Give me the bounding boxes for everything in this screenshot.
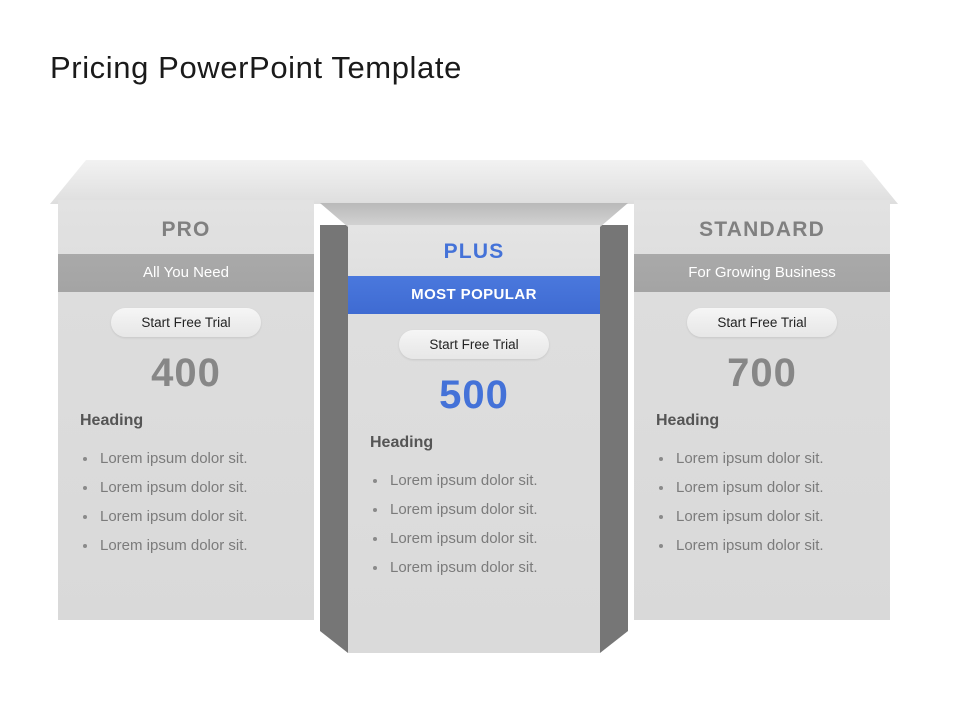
card-face-pro: PRO All You Need Start Free Trial 400 He… xyxy=(58,200,314,620)
feature-list-plus: Lorem ipsum dolor sit. Lorem ipsum dolor… xyxy=(348,466,600,582)
tier-name-pro: PRO xyxy=(161,218,211,241)
list-item: Lorem ipsum dolor sit. xyxy=(656,444,890,473)
list-item: Lorem ipsum dolor sit. xyxy=(370,466,600,495)
list-item: Lorem ipsum dolor sit. xyxy=(80,473,314,502)
start-free-trial-button-standard[interactable]: Start Free Trial xyxy=(687,308,837,337)
list-item: Lorem ipsum dolor sit. xyxy=(656,502,890,531)
cta-wrap-standard: Start Free Trial xyxy=(634,308,890,337)
cta-wrap-plus: Start Free Trial xyxy=(348,330,600,359)
card-face-standard: STANDARD For Growing Business Start Free… xyxy=(634,200,890,620)
perspective-top-slab xyxy=(50,160,898,204)
tier-name-plus: PLUS xyxy=(443,240,505,263)
list-item: Lorem ipsum dolor sit. xyxy=(80,531,314,560)
list-item: Lorem ipsum dolor sit. xyxy=(80,444,314,473)
list-item: Lorem ipsum dolor sit. xyxy=(656,473,890,502)
most-popular-badge: MOST POPULAR xyxy=(348,276,600,314)
pricing-3d-stage: PRO All You Need Start Free Trial 400 He… xyxy=(0,0,960,720)
features-heading-pro: Heading xyxy=(80,412,144,429)
pricing-card-plus[interactable]: PLUS MOST POPULAR Start Free Trial 500 H… xyxy=(348,225,600,653)
cta-wrap-pro: Start Free Trial xyxy=(58,308,314,337)
pricing-card-standard[interactable]: STANDARD For Growing Business Start Free… xyxy=(634,200,890,620)
start-free-trial-button-plus[interactable]: Start Free Trial xyxy=(399,330,549,359)
list-item: Lorem ipsum dolor sit. xyxy=(370,495,600,524)
tier-tagline-pro: All You Need xyxy=(58,254,314,292)
tier-tagline-standard: For Growing Business xyxy=(634,254,890,292)
card-3d-right-face-plus xyxy=(600,203,628,653)
price-plus: 500 xyxy=(439,373,509,417)
list-item: Lorem ipsum dolor sit. xyxy=(370,524,600,553)
list-item: Lorem ipsum dolor sit. xyxy=(370,553,600,582)
list-item: Lorem ipsum dolor sit. xyxy=(656,531,890,560)
pricing-card-pro[interactable]: PRO All You Need Start Free Trial 400 He… xyxy=(58,200,314,620)
start-free-trial-button-pro[interactable]: Start Free Trial xyxy=(111,308,261,337)
price-pro: 400 xyxy=(151,351,221,395)
features-heading-plus: Heading xyxy=(370,434,434,451)
feature-list-standard: Lorem ipsum dolor sit. Lorem ipsum dolor… xyxy=(634,444,890,560)
list-item: Lorem ipsum dolor sit. xyxy=(80,502,314,531)
card-3d-left-face-plus xyxy=(320,203,348,653)
price-standard: 700 xyxy=(727,351,797,395)
features-heading-standard: Heading xyxy=(656,412,720,429)
card-3d-top-face-plus xyxy=(320,203,628,227)
feature-list-pro: Lorem ipsum dolor sit. Lorem ipsum dolor… xyxy=(58,444,314,560)
tier-name-standard: STANDARD xyxy=(699,218,825,241)
